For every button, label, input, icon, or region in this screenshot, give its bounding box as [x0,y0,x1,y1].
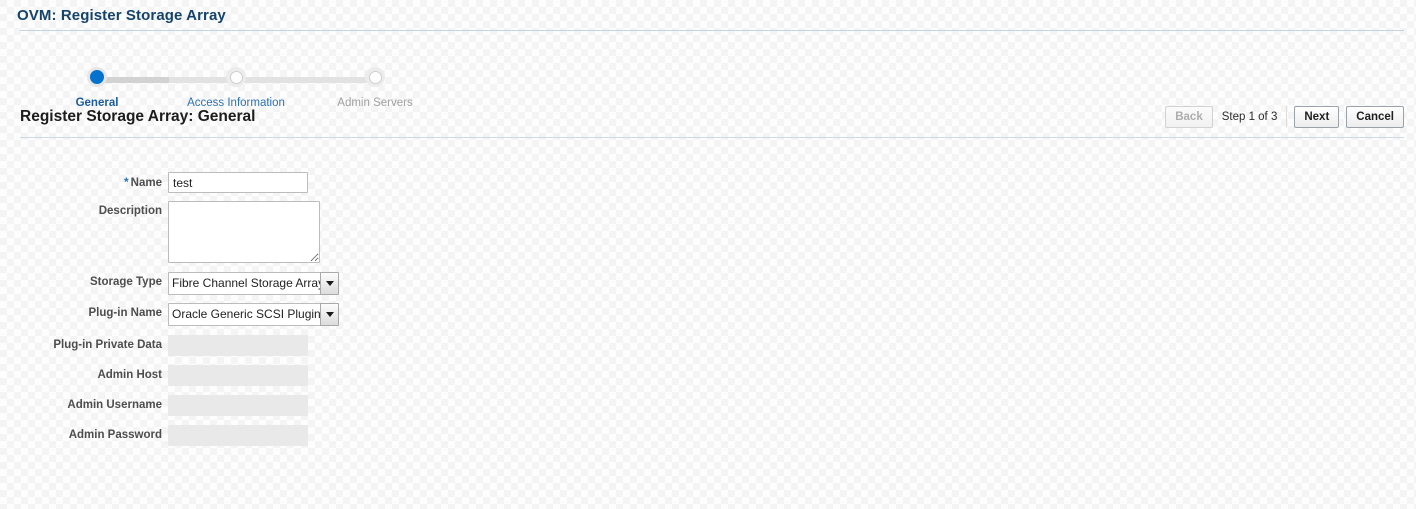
admin-host-label: Admin Host [97,369,162,381]
plugin-private-data-label: Plug-in Private Data [53,339,162,351]
name-field-wrap [168,172,308,193]
storage-type-label: Storage Type [90,276,162,288]
train-stop-dot-icon [368,70,382,84]
train-stop-dot-icon [90,70,104,84]
page-header-separator [20,137,1404,138]
description-label: Description [98,205,162,217]
name-input[interactable] [168,172,308,193]
plugin-name-label: Plug-in Name [88,307,162,319]
back-button[interactable]: Back [1165,106,1213,128]
admin-host-input [168,365,308,386]
train-stop-circle-icon [365,67,385,87]
register-storage-array-form: *Name Description Storage Type Fibre Cha… [0,172,1416,446]
storage-type-select[interactable]: Fibre Channel Storage Array [168,272,339,295]
train-stop-circle-icon [226,67,246,87]
description-textarea[interactable] [168,201,320,263]
admin-host-field-wrap [168,365,308,386]
admin-password-input [168,425,308,446]
admin-password-label: Admin Password [68,429,162,441]
name-label-text: Name [130,177,162,189]
train-stop-circle-icon [87,67,107,87]
page-title: Register Storage Array: General [20,108,256,125]
admin-password-field-wrap [168,425,308,446]
next-button[interactable]: Next [1294,106,1340,128]
description-field-wrap [168,201,320,263]
form-row-storage-type: Storage Type Fibre Channel Storage Array [0,272,1416,295]
wizard-train: General Access Information Admin Servers [20,31,1416,109]
train-stop-access-information[interactable]: Access Information [156,67,316,109]
name-label: * Name [0,172,168,194]
storage-type-field-wrap: Fibre Channel Storage Array [168,272,339,295]
form-row-description: Description [0,201,1416,263]
admin-username-label: Admin Username [67,399,162,411]
storage-type-select-value: Fibre Channel Storage Array [168,272,320,295]
cancel-button[interactable]: Cancel [1346,106,1404,128]
chevron-down-icon [325,281,334,286]
train-stop-dot-icon [229,70,243,84]
plugin-private-data-input [168,335,308,356]
train-stop-label-access-information: Access Information [187,97,285,109]
admin-username-field-wrap [168,395,308,416]
plugin-name-dropdown-button[interactable] [320,303,339,326]
train-stop-label-admin-servers: Admin Servers [337,97,413,109]
admin-username-input [168,395,308,416]
train-stop-general[interactable]: General [17,67,177,109]
form-row-name: * Name [0,172,1416,194]
app-title: OVM: Register Storage Array [17,7,226,24]
form-row-admin-password: Admin Password [0,425,1416,446]
train-stop-admin-servers: Admin Servers [295,67,455,109]
app-title-bar: OVM: Register Storage Array [0,0,1416,30]
required-marker-icon: * [124,175,129,189]
form-row-plugin-private-data: Plug-in Private Data [0,335,1416,356]
plugin-private-data-field-wrap [168,335,308,356]
storage-type-dropdown-button[interactable] [320,272,339,295]
plugin-name-select-value: Oracle Generic SCSI Plugin [168,303,320,326]
form-row-admin-host: Admin Host [0,365,1416,386]
wizard-actions: Back Step 1 of 3 Next Cancel [1165,106,1404,128]
form-row-plugin-name: Plug-in Name Oracle Generic SCSI Plugin [0,303,1416,326]
step-indicator: Step 1 of 3 [1213,106,1288,128]
train-stop-label-general: General [75,97,119,109]
plugin-name-field-wrap: Oracle Generic SCSI Plugin [168,303,339,326]
plugin-name-select[interactable]: Oracle Generic SCSI Plugin [168,303,339,326]
form-row-admin-username: Admin Username [0,395,1416,416]
chevron-down-icon [325,312,334,317]
